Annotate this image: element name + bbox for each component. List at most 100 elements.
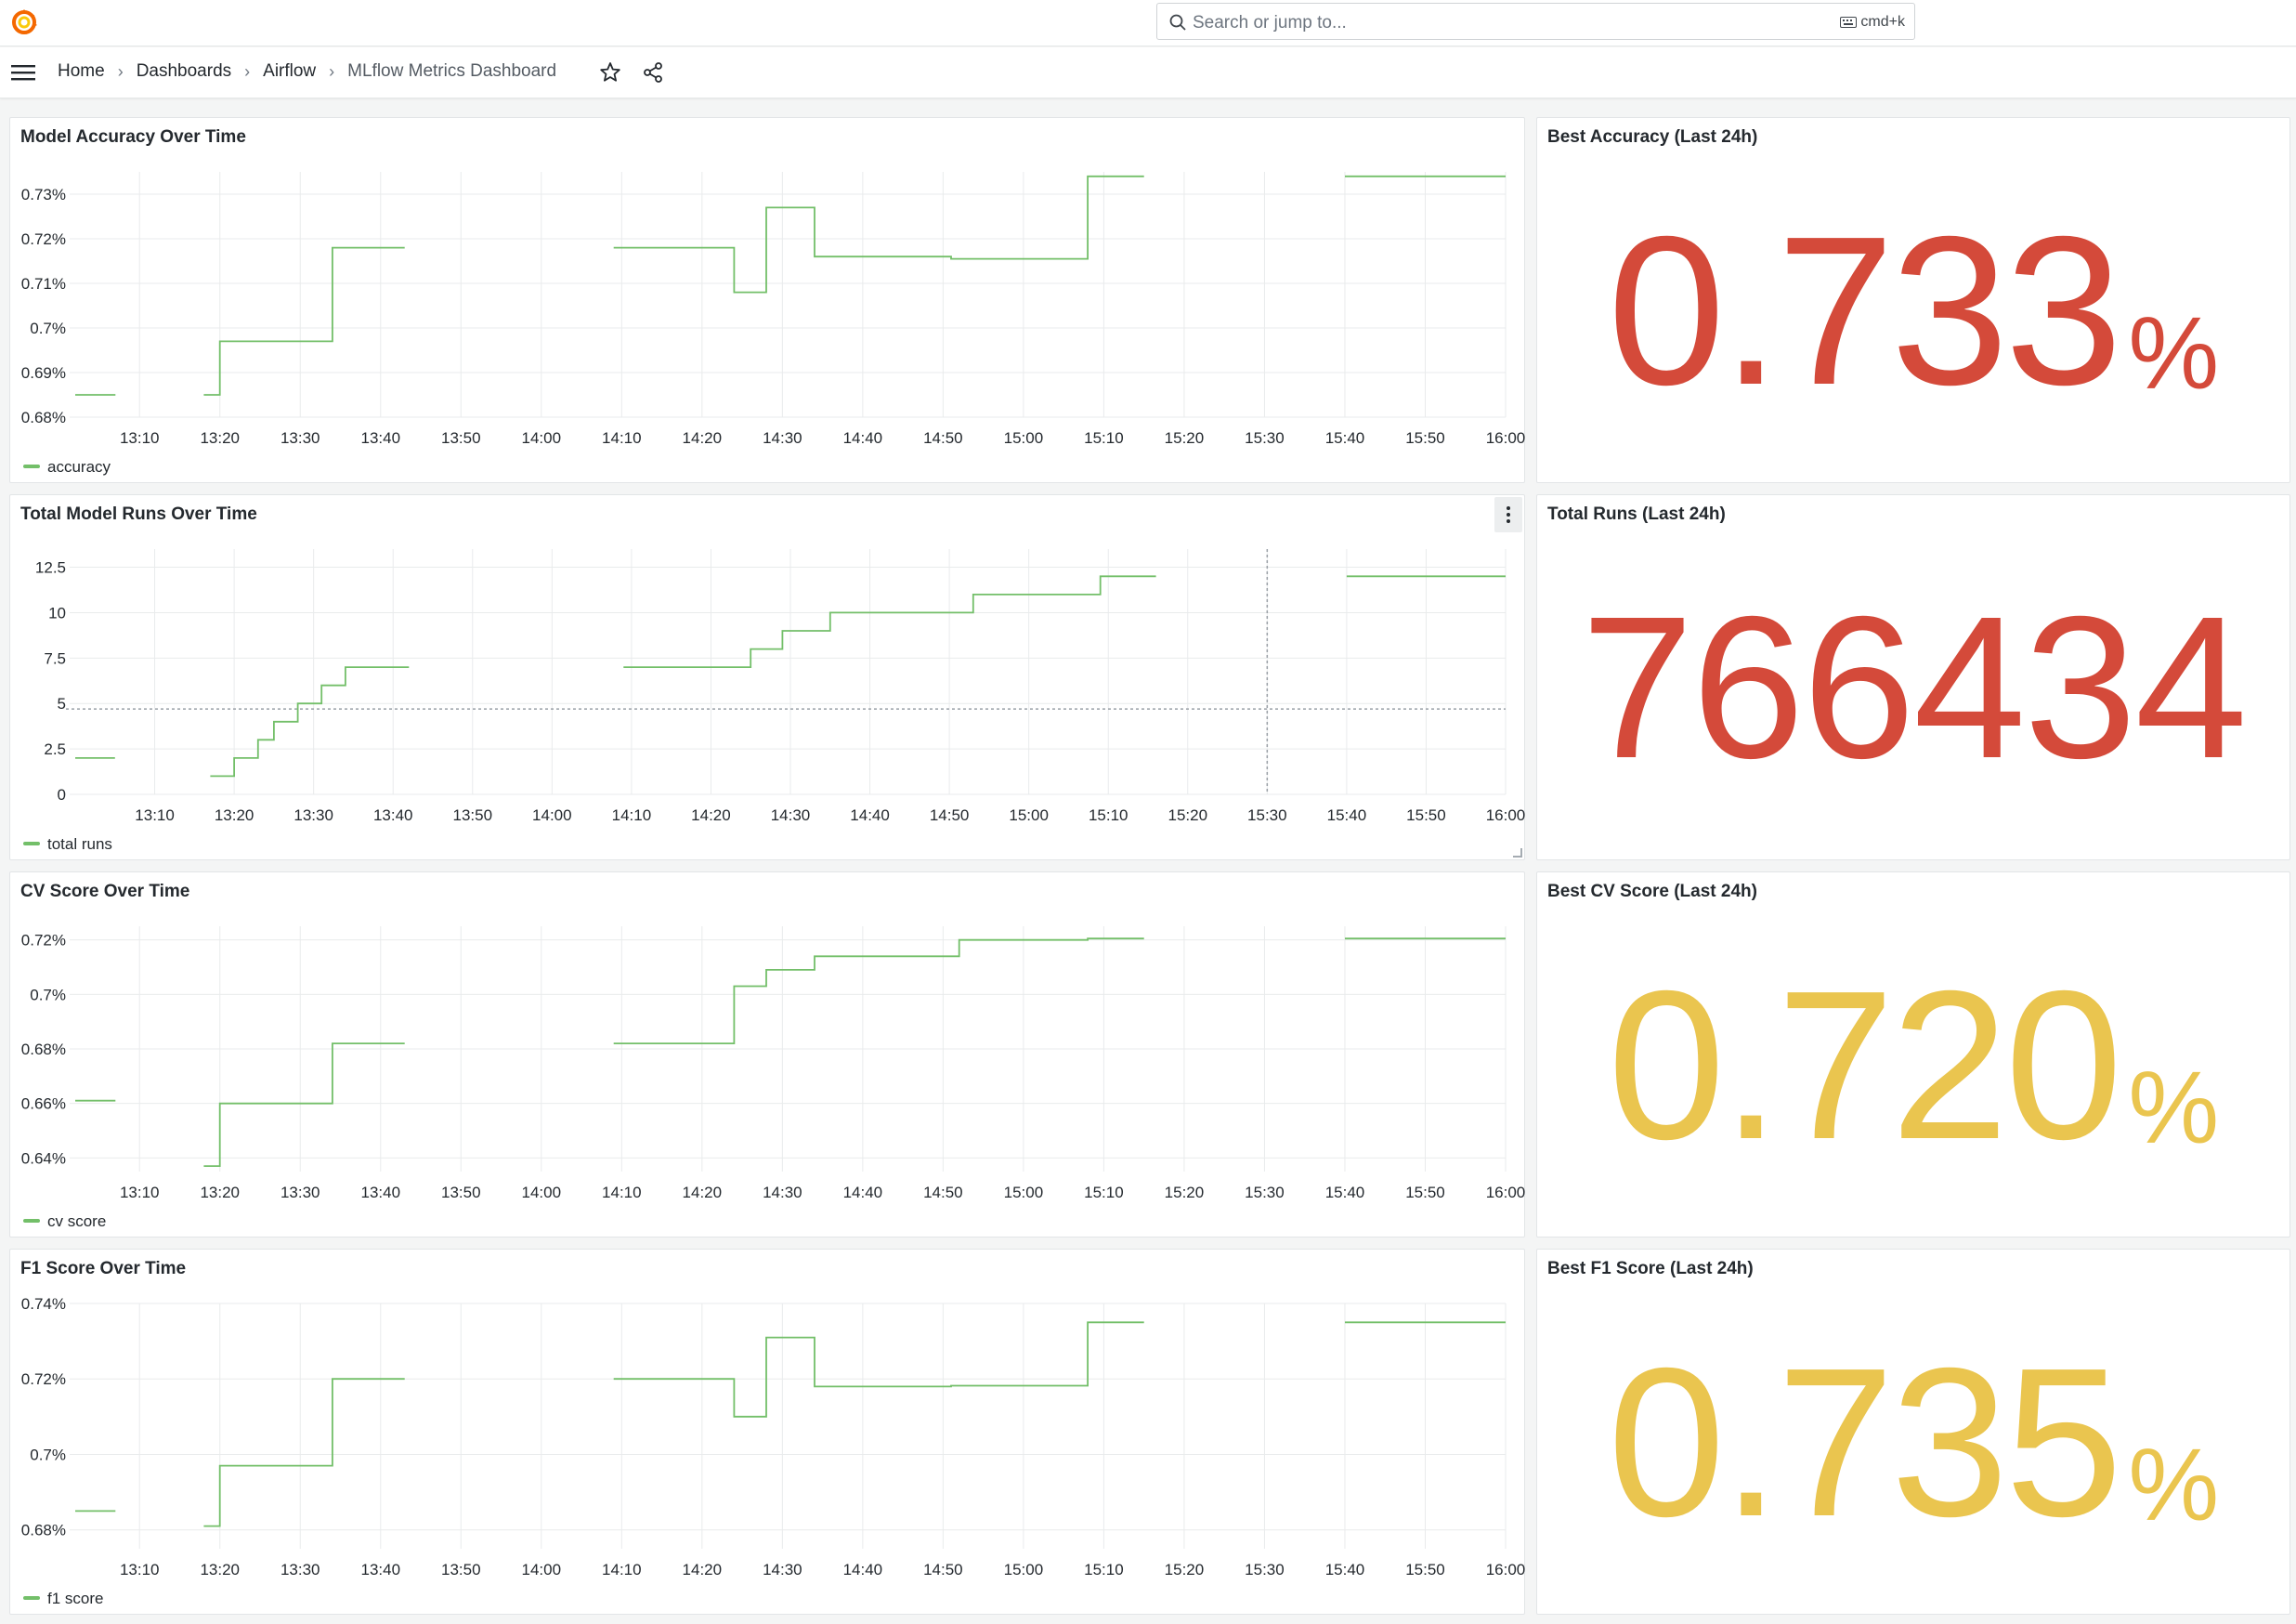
stat-value: 0.733 bbox=[1607, 192, 2123, 429]
x-tick-label: 15:30 bbox=[1245, 429, 1285, 447]
x-tick-label: 15:50 bbox=[1405, 1561, 1445, 1578]
x-tick-label: 13:30 bbox=[280, 1561, 320, 1578]
panel-total-runs[interactable]: Total Runs (Last 24h) 766434 bbox=[1536, 494, 2290, 860]
share-icon[interactable] bbox=[641, 60, 665, 85]
x-tick-label: 14:20 bbox=[683, 1184, 723, 1201]
y-tick-label: 2.5 bbox=[44, 740, 66, 758]
x-tick-label: 15:10 bbox=[1084, 1561, 1124, 1578]
stat-value-container: 766434 bbox=[1537, 495, 2289, 859]
panel-title: Model Accuracy Over Time bbox=[20, 127, 246, 147]
x-tick-label: 15:00 bbox=[1004, 1184, 1044, 1201]
panel-title: F1 Score Over Time bbox=[20, 1259, 187, 1278]
x-tick-label: 14:40 bbox=[843, 429, 883, 447]
legend-label: f1 score bbox=[47, 1590, 103, 1607]
breadcrumb-airflow[interactable]: Airflow bbox=[263, 61, 316, 82]
x-tick-label: 13:10 bbox=[135, 806, 175, 824]
x-tick-label: 14:10 bbox=[602, 429, 642, 447]
x-tick-label: 14:00 bbox=[532, 806, 572, 824]
x-tick-label: 15:20 bbox=[1165, 429, 1205, 447]
panel-menu-button[interactable] bbox=[1494, 497, 1522, 532]
stat-value-container: 0.720% bbox=[1537, 872, 2289, 1237]
x-tick-label: 15:10 bbox=[1089, 806, 1128, 824]
x-tick-label: 15:10 bbox=[1084, 429, 1124, 447]
breadcrumb-current-dashboard: MLflow Metrics Dashboard bbox=[347, 61, 557, 81]
y-tick-label: 0.7% bbox=[30, 986, 66, 1003]
stat-value-container: 0.735% bbox=[1537, 1250, 2289, 1614]
panel-best-cv-score[interactable]: Best CV Score (Last 24h) 0.720% bbox=[1536, 871, 2290, 1238]
search-shortcut-label: cmd+k bbox=[1860, 14, 1905, 30]
x-tick-label: 13:30 bbox=[294, 806, 333, 824]
legend-label: cv score bbox=[47, 1212, 106, 1230]
x-tick-label: 13:50 bbox=[453, 806, 493, 824]
x-tick-label: 13:20 bbox=[200, 429, 240, 447]
panel-resize-handle[interactable] bbox=[1513, 848, 1522, 858]
more-vertical-icon bbox=[1507, 506, 1510, 523]
x-tick-label: 13:20 bbox=[215, 806, 254, 824]
series-line-segment bbox=[613, 937, 1144, 1044]
x-tick-label: 15:10 bbox=[1084, 1184, 1124, 1201]
x-tick-label: 14:20 bbox=[691, 806, 731, 824]
breadcrumb-separator: › bbox=[244, 61, 251, 81]
x-tick-label: 16:00 bbox=[1486, 1561, 1526, 1578]
y-tick-label: 0.73% bbox=[21, 186, 66, 203]
legend-color-swatch bbox=[23, 1596, 40, 1600]
x-tick-label: 13:10 bbox=[120, 429, 160, 447]
x-tick-label: 15:50 bbox=[1405, 429, 1445, 447]
x-tick-label: 14:10 bbox=[602, 1561, 642, 1578]
x-tick-label: 13:50 bbox=[441, 1184, 481, 1201]
panel-best-accuracy[interactable]: Best Accuracy (Last 24h) 0.733% bbox=[1536, 117, 2290, 483]
grafana-logo-icon[interactable] bbox=[9, 7, 39, 37]
stat-unit: % bbox=[2128, 1427, 2220, 1542]
panel-total-model-runs[interactable]: 13:10 13:20 13:30 13:40 13:50 14:00 14:10 14:20… bbox=[9, 494, 1525, 860]
x-tick-label: 14:40 bbox=[843, 1561, 883, 1578]
y-tick-label: 0.69% bbox=[21, 364, 66, 382]
panel-f1-score[interactable]: 13:10 13:20 13:30 13:40 13:50 14:00 14:10 14:20… bbox=[9, 1249, 1525, 1615]
stat-value: 0.720 bbox=[1607, 947, 2123, 1184]
x-tick-label: 15:00 bbox=[1009, 806, 1049, 824]
breadcrumb: Home › Dashboards › Airflow › MLflow Met… bbox=[58, 61, 556, 82]
x-tick-label: 13:20 bbox=[200, 1184, 240, 1201]
search-icon bbox=[1169, 14, 1186, 31]
y-tick-label: 7.5 bbox=[44, 649, 66, 667]
search-shortcut: cmd+k bbox=[1840, 14, 1905, 31]
y-tick-label: 5 bbox=[58, 695, 66, 713]
x-tick-label: 14:30 bbox=[771, 806, 811, 824]
x-tick-label: 14:00 bbox=[522, 429, 562, 447]
series-line-segment bbox=[623, 575, 1156, 668]
time-series-chart: 13:10 13:20 13:30 13:40 13:50 14:00 14:10 14:20… bbox=[21, 1295, 1526, 1607]
x-tick-label: 14:30 bbox=[763, 1561, 802, 1578]
x-tick-label: 16:00 bbox=[1486, 806, 1526, 824]
x-tick-label: 14:50 bbox=[923, 429, 963, 447]
y-tick-label: 0.7% bbox=[30, 320, 66, 337]
x-tick-label: 13:40 bbox=[373, 806, 413, 824]
y-tick-label: 10 bbox=[48, 604, 66, 622]
x-tick-label: 13:40 bbox=[360, 1184, 400, 1201]
x-tick-label: 15:30 bbox=[1245, 1184, 1285, 1201]
x-tick-label: 14:20 bbox=[683, 429, 723, 447]
breadcrumb-home[interactable]: Home bbox=[58, 61, 105, 82]
time-series-chart: 13:10 13:20 13:30 13:40 13:50 14:00 14:10 14:20… bbox=[23, 549, 1526, 853]
breadcrumb-dashboards[interactable]: Dashboards bbox=[137, 61, 231, 82]
panel-best-f1-score[interactable]: Best F1 Score (Last 24h) 0.735% bbox=[1536, 1249, 2290, 1615]
x-tick-label: 14:00 bbox=[522, 1184, 562, 1201]
x-tick-label: 15:40 bbox=[1327, 806, 1367, 824]
panel-model-accuracy[interactable]: 13:10 13:20 13:30 13:40 13:50 14:00 14:10 14:20… bbox=[9, 117, 1525, 483]
x-tick-label: 13:30 bbox=[280, 429, 320, 447]
hamburger-menu-icon[interactable] bbox=[11, 62, 35, 83]
x-tick-label: 13:10 bbox=[120, 1184, 160, 1201]
x-tick-label: 13:10 bbox=[120, 1561, 160, 1578]
x-tick-label: 14:10 bbox=[612, 806, 652, 824]
x-tick-label: 14:50 bbox=[923, 1184, 963, 1201]
series-line-segment bbox=[613, 1321, 1144, 1418]
x-tick-label: 14:00 bbox=[522, 1561, 562, 1578]
x-tick-label: 16:00 bbox=[1486, 429, 1526, 447]
y-tick-label: 0.68% bbox=[21, 1522, 66, 1539]
legend-color-swatch bbox=[23, 1219, 40, 1223]
legend-color-swatch bbox=[23, 465, 40, 468]
y-tick-label: 0.72% bbox=[21, 230, 66, 248]
time-series-chart: 13:10 13:20 13:30 13:40 13:50 14:00 14:10 14:20… bbox=[21, 926, 1525, 1230]
x-tick-label: 15:20 bbox=[1165, 1561, 1205, 1578]
star-icon[interactable] bbox=[598, 60, 622, 85]
search-input[interactable]: Search or jump to... cmd+k bbox=[1156, 3, 1915, 40]
panel-cv-score[interactable]: 13:10 13:20 13:30 13:40 13:50 14:00 14:10 14:20… bbox=[9, 871, 1525, 1238]
